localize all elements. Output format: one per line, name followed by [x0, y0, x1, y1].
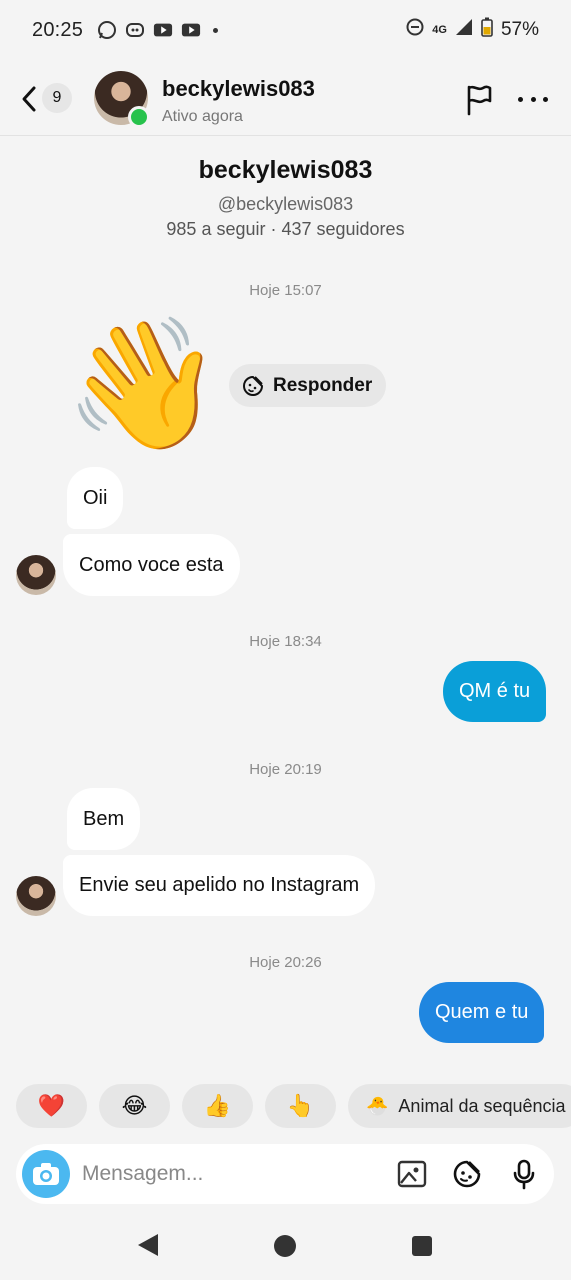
system-status: 4G 57% — [406, 0, 539, 60]
chat-header: 9 beckylewis083 Ativo agora — [0, 62, 571, 136]
message-incoming[interactable]: Como voce esta — [63, 534, 240, 596]
battery-percent: 57% — [500, 19, 539, 40]
timestamp: Hoje 20:19 — [249, 761, 322, 778]
quick-reaction-laugh[interactable]: 😂 — [99, 1084, 170, 1128]
message-incoming[interactable]: Bem — [67, 788, 141, 850]
nav-home-icon[interactable] — [274, 1235, 296, 1257]
reply-label: Responder — [273, 374, 373, 396]
message-input[interactable] — [82, 1154, 382, 1194]
sticker-face-icon — [243, 375, 263, 396]
active-status: Ativo agora — [162, 108, 243, 125]
more-dot-icon — [530, 96, 536, 102]
more-dot-icon — [518, 96, 523, 102]
timestamp: Hoje 18:34 — [249, 633, 322, 650]
quick-reaction-point-up[interactable]: 👆 — [265, 1084, 336, 1128]
quick-reaction-heart[interactable]: ❤️ — [16, 1084, 87, 1128]
unread-count-badge[interactable]: 9 — [42, 83, 72, 113]
youtube-icon — [153, 21, 173, 39]
more-dot-icon — [543, 96, 548, 102]
image-icon — [397, 1160, 427, 1188]
messenger-icon — [125, 21, 145, 39]
message-outgoing[interactable]: Quem e tu — [419, 982, 545, 1043]
voice-message-button[interactable] — [508, 1158, 540, 1190]
whatsapp-icon — [97, 21, 117, 39]
quick-reaction-thumbs-up[interactable]: 👍 — [182, 1084, 253, 1128]
avatar[interactable] — [16, 555, 56, 595]
animal-streak-label: Animal da sequência — [398, 1095, 566, 1116]
battery-icon — [481, 17, 493, 43]
reply-button[interactable]: Responder — [229, 364, 387, 407]
sticker-button[interactable] — [451, 1158, 483, 1190]
back-button[interactable] — [18, 84, 40, 114]
more-options-button[interactable] — [518, 94, 548, 104]
profile-stats: 985 a seguir · 437 seguidores — [166, 219, 405, 239]
timestamp: Hoje 20:26 — [249, 954, 322, 971]
flag-icon — [467, 85, 492, 116]
message-outgoing[interactable]: QM é tu — [443, 661, 547, 722]
status-time: 20:25 — [32, 18, 84, 41]
timestamp: Hoje 15:07 — [249, 282, 322, 299]
youtube-icon-2 — [181, 21, 201, 39]
dnd-icon — [406, 18, 424, 42]
status-bar: 20:25 4G 57% — [0, 0, 571, 60]
wave-sticker[interactable]: 👋 — [64, 310, 223, 460]
message-incoming[interactable]: Envie seu apelido no Instagram — [63, 855, 376, 916]
online-indicator — [128, 106, 150, 128]
sticker-icon — [453, 1160, 481, 1188]
microphone-icon — [513, 1159, 535, 1190]
message-incoming[interactable]: Oii — [67, 467, 124, 529]
avatar[interactable] — [16, 876, 56, 916]
system-navigation-bar — [0, 1212, 571, 1280]
report-button[interactable] — [464, 84, 494, 116]
gallery-button[interactable] — [396, 1158, 428, 1190]
more-notifications-dot — [213, 27, 219, 33]
camera-icon — [33, 1163, 59, 1185]
message-composer — [16, 1144, 554, 1204]
chevron-left-icon — [22, 86, 36, 112]
chick-icon: 🐣 — [366, 1095, 389, 1116]
nav-recents-icon[interactable] — [412, 1236, 432, 1256]
profile-name: beckylewis083 — [198, 156, 373, 184]
nav-back-icon[interactable] — [138, 1234, 158, 1256]
camera-button[interactable] — [22, 1150, 70, 1198]
notification-icons — [97, 21, 219, 39]
quick-reactions: ❤️ 😂 👍 👆 🐣 Animal da sequência — [16, 1084, 571, 1128]
network-type: 4G — [432, 24, 447, 36]
chat-username[interactable]: beckylewis083 — [162, 76, 315, 102]
profile-handle: @beckylewis083 — [217, 194, 354, 214]
animal-streak-chip[interactable]: 🐣 Animal da sequência — [348, 1084, 571, 1128]
signal-icon — [455, 18, 473, 42]
